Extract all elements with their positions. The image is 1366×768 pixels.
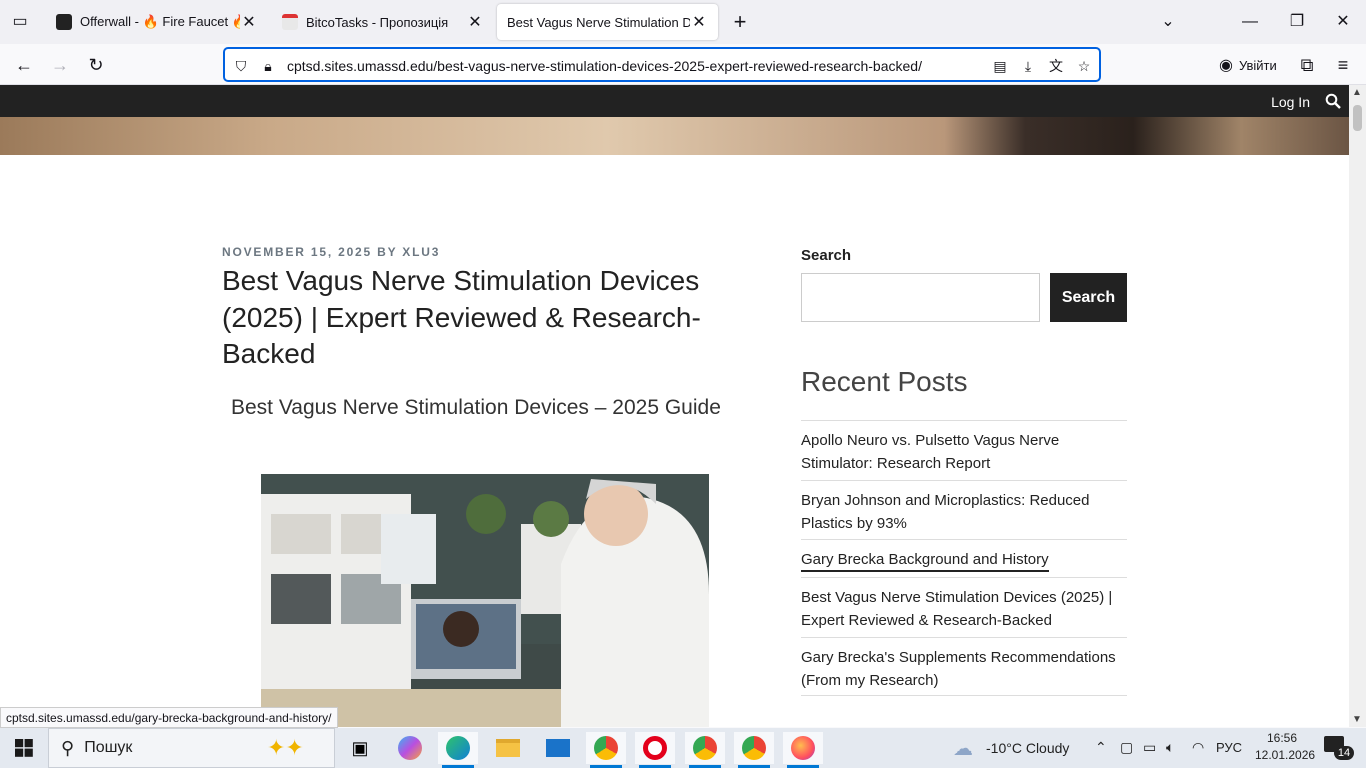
search-input[interactable] <box>801 273 1040 322</box>
recent-post-item[interactable]: Bryan Johnson and Microplastics: Reduced… <box>801 480 1127 539</box>
tray-chevron-icon[interactable]: ⌃ <box>1095 739 1107 756</box>
clock-date[interactable]: 12.01.2026 <box>1255 748 1315 762</box>
windows-start-icon[interactable] <box>15 739 33 757</box>
tab-bitcotasks[interactable]: BitcoTasks - Пропозиція ✕ <box>272 4 494 40</box>
edge-icon[interactable] <box>438 732 478 768</box>
recent-posts-title: Recent Posts <box>801 366 968 397</box>
firefox-icon[interactable] <box>783 732 823 768</box>
recent-post-link[interactable]: Apollo Neuro vs. Pulsetto Vagus Nerve St… <box>801 429 1127 475</box>
chrome-icon[interactable] <box>685 732 725 768</box>
clock-time[interactable]: 16:56 <box>1267 731 1297 745</box>
copilot-icon[interactable] <box>390 732 430 764</box>
login-link[interactable]: Log In <box>1271 94 1310 110</box>
account-icon: ◉ <box>1219 57 1233 74</box>
windows-taskbar: ⚲ Пошук ✦✦ ▣ ☁ -10°C Cloudy ⌃ ▢ ▭ 🔈︎ ◠ Р… <box>0 728 1366 768</box>
header-image <box>0 117 1349 155</box>
tab-title: BitcoTasks - Пропозиція <box>306 14 449 30</box>
new-tab-icon[interactable]: + <box>728 10 752 34</box>
post-meta: NOVEMBER 15, 2025 BY XLU3 <box>222 245 441 259</box>
tab-title: Offerwall - 🔥 Fire Faucet 🔥 <box>80 14 240 29</box>
recent-post-item[interactable]: Best Vagus Nerve Stimulation Devices (20… <box>801 577 1127 637</box>
search-label: Search <box>801 247 852 264</box>
menu-icon[interactable]: ≡ <box>1330 52 1356 78</box>
weather-text[interactable]: -10°C Cloudy <box>986 740 1069 756</box>
shield-icon[interactable]: ⛉ <box>231 56 251 76</box>
recent-post-item[interactable]: Gary Brecka Background and History <box>801 539 1127 577</box>
translate-icon[interactable]: 文 <box>1046 56 1066 76</box>
recent-post-link[interactable]: Gary Brecka's Supplements Recommendation… <box>801 646 1127 692</box>
tab-list-chevron-icon[interactable]: ⌄ <box>1156 10 1180 34</box>
tab-offerwall[interactable]: Offerwall - 🔥 Fire Faucet 🔥 ✕ <box>46 4 268 40</box>
restore-icon[interactable]: ❐ <box>1285 10 1309 34</box>
tab-title: Best Vagus Nerve Stimulation Devic <box>507 14 690 30</box>
sign-in-label: Увійти <box>1238 57 1277 73</box>
page-scrollbar[interactable]: ▲ ▼ <box>1349 85 1366 727</box>
bitcotasks-favicon <box>282 14 298 30</box>
close-icon[interactable]: ✕ <box>466 12 484 32</box>
lock-icon[interactable]: 🔒︎ <box>258 56 278 76</box>
web-page: Log In NOVEMBER 15, 2025 BY XLU3 Best Va… <box>0 85 1349 727</box>
file-explorer-icon[interactable] <box>488 732 528 764</box>
post-subheading: Best Vagus Nerve Stimulation Devices – 2… <box>231 396 721 419</box>
sign-in-button[interactable]: ◉ Увійти <box>1211 49 1286 81</box>
post-featured-image <box>261 474 709 727</box>
scrollbar-thumb[interactable] <box>1353 105 1362 131</box>
sparkle-icon: ✦✦ <box>267 735 304 760</box>
close-icon[interactable]: ✕ <box>690 12 708 32</box>
volume-icon[interactable]: 🔈︎ <box>1166 739 1174 756</box>
tab-overview-icon[interactable]: ▭ <box>8 10 32 34</box>
url-text[interactable]: cptsd.sites.umassd.edu/best-vagus-nerve-… <box>287 58 922 74</box>
notification-center-icon[interactable]: 14 <box>1324 736 1354 760</box>
site-admin-bar: Log In <box>0 85 1349 117</box>
cloudy-weather-icon[interactable]: ☁ <box>953 736 973 761</box>
notification-count: 14 <box>1334 746 1354 760</box>
search-icon: ⚲ <box>61 737 75 758</box>
navigation-toolbar: ← → ↻ ⛉ 🔒︎ cptsd.sites.umassd.edu/best-v… <box>0 44 1366 85</box>
task-view-icon[interactable]: ▣ <box>340 732 380 764</box>
search-button[interactable]: Search <box>1050 273 1127 322</box>
chrome-second-icon[interactable] <box>734 732 774 768</box>
link-status-tooltip: cptsd.sites.umassd.edu/gary-brecka-backg… <box>0 707 338 728</box>
language-indicator[interactable]: РУС <box>1216 740 1242 755</box>
chrome-profile-icon[interactable] <box>586 732 626 768</box>
taskbar-search-input[interactable]: ⚲ Пошук ✦✦ <box>48 728 335 768</box>
meet-icon[interactable]: ▢ <box>1120 739 1133 756</box>
network-icon[interactable]: ◠ <box>1192 739 1204 756</box>
tab-strip: ▭ Offerwall - 🔥 Fire Faucet 🔥 ✕ BitcoTas… <box>0 0 1366 44</box>
scroll-up-icon[interactable]: ▲ <box>1352 87 1362 98</box>
close-icon[interactable]: ✕ <box>240 12 258 32</box>
extensions-icon[interactable]: ⧉ <box>1294 52 1320 78</box>
forward-arrow-icon[interactable]: → <box>47 52 73 78</box>
back-arrow-icon[interactable]: ← <box>11 52 37 78</box>
window-close-icon[interactable]: ✕ <box>1331 10 1355 34</box>
address-bar[interactable]: ⛉ 🔒︎ cptsd.sites.umassd.edu/best-vagus-n… <box>223 47 1101 82</box>
minimize-icon[interactable]: — <box>1238 10 1262 34</box>
recent-post-item[interactable]: Gary Brecka's Supplements Recommendation… <box>801 637 1127 695</box>
search-icon[interactable] <box>1325 93 1341 109</box>
reader-view-icon[interactable]: ▤ <box>990 56 1010 76</box>
bookmark-star-icon[interactable]: ☆ <box>1074 56 1094 76</box>
scroll-down-icon[interactable]: ▼ <box>1352 714 1362 725</box>
opera-icon[interactable] <box>635 732 675 768</box>
recent-post-link-hovered[interactable]: Gary Brecka Background and History <box>801 549 1049 572</box>
taskbar-search-placeholder: Пошук <box>84 739 133 756</box>
battery-icon[interactable]: ▭ <box>1143 739 1156 756</box>
tab-best-vagus[interactable]: Best Vagus Nerve Stimulation Devic ✕ <box>497 4 718 40</box>
recent-post-link[interactable]: Bryan Johnson and Microplastics: Reduced… <box>801 489 1127 535</box>
recent-post-item[interactable]: Apollo Neuro vs. Pulsetto Vagus Nerve St… <box>801 420 1127 480</box>
divider <box>801 695 1127 696</box>
reload-icon[interactable]: ↻ <box>83 52 109 78</box>
download-page-icon[interactable]: ⤓ <box>1018 56 1038 76</box>
mail-icon[interactable] <box>538 732 578 764</box>
post-title: Best Vagus Nerve Stimulation Devices (20… <box>222 265 701 369</box>
fire-faucet-favicon <box>56 14 72 30</box>
recent-post-link[interactable]: Best Vagus Nerve Stimulation Devices (20… <box>801 586 1127 632</box>
